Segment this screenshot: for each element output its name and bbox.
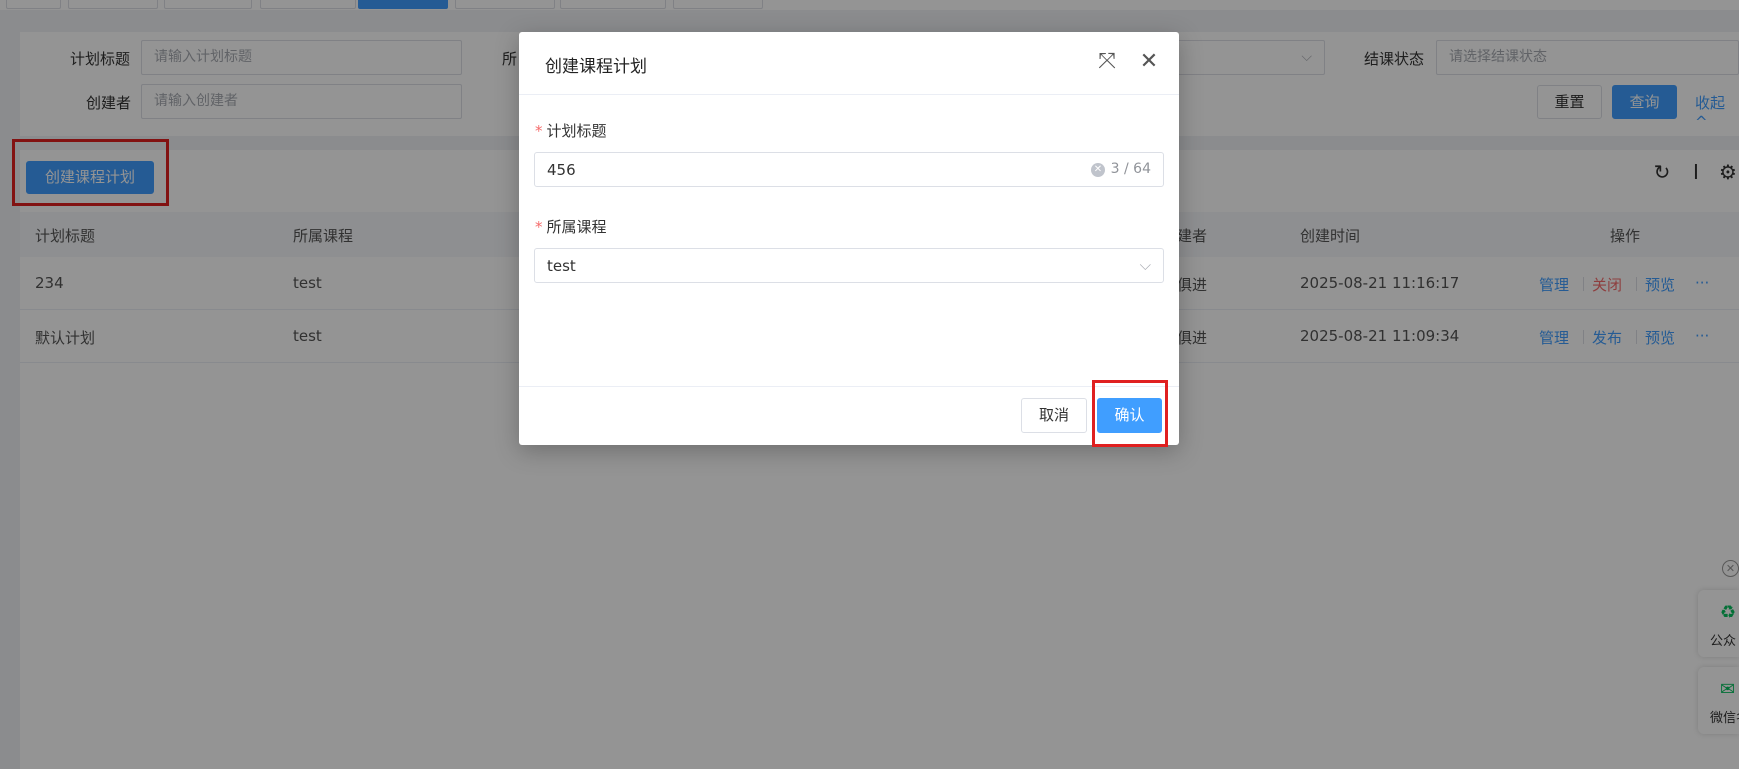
course-select-dialog[interactable]: test ⌵ (534, 248, 1164, 283)
plan-title-value: 456 (547, 161, 576, 179)
course-select-value: test (547, 257, 576, 275)
clear-icon[interactable]: ✕ (1091, 163, 1105, 177)
confirm-button[interactable]: 确认 (1097, 398, 1162, 433)
fullscreen-icon[interactable]: ⤧ (1095, 50, 1119, 74)
dialog-title: 创建课程计划 (545, 57, 647, 77)
required-mark: * (535, 218, 543, 236)
course-field-text: 所属课程 (546, 218, 607, 236)
dialog-footer: 取消 确认 (519, 386, 1179, 445)
chevron-down-icon: ⌵ (1139, 256, 1151, 274)
cancel-button[interactable]: 取消 (1021, 398, 1087, 433)
close-icon[interactable]: ✕ (1137, 50, 1161, 74)
plan-title-field-text: 计划标题 (546, 122, 607, 140)
plan-title-field-label: * 计划标题 (535, 120, 607, 141)
course-field-label: * 所属课程 (535, 216, 607, 237)
create-plan-dialog: 创建课程计划 ⤧ ✕ * 计划标题 456 ✕ 3 / 64 * 所属课程 test… (519, 32, 1179, 445)
char-counter: 3 / 64 (1110, 161, 1151, 177)
plan-title-input[interactable]: 456 ✕ 3 / 64 (534, 152, 1164, 187)
dialog-header: 创建课程计划 ⤧ ✕ (519, 32, 1179, 95)
required-mark: * (535, 122, 543, 140)
